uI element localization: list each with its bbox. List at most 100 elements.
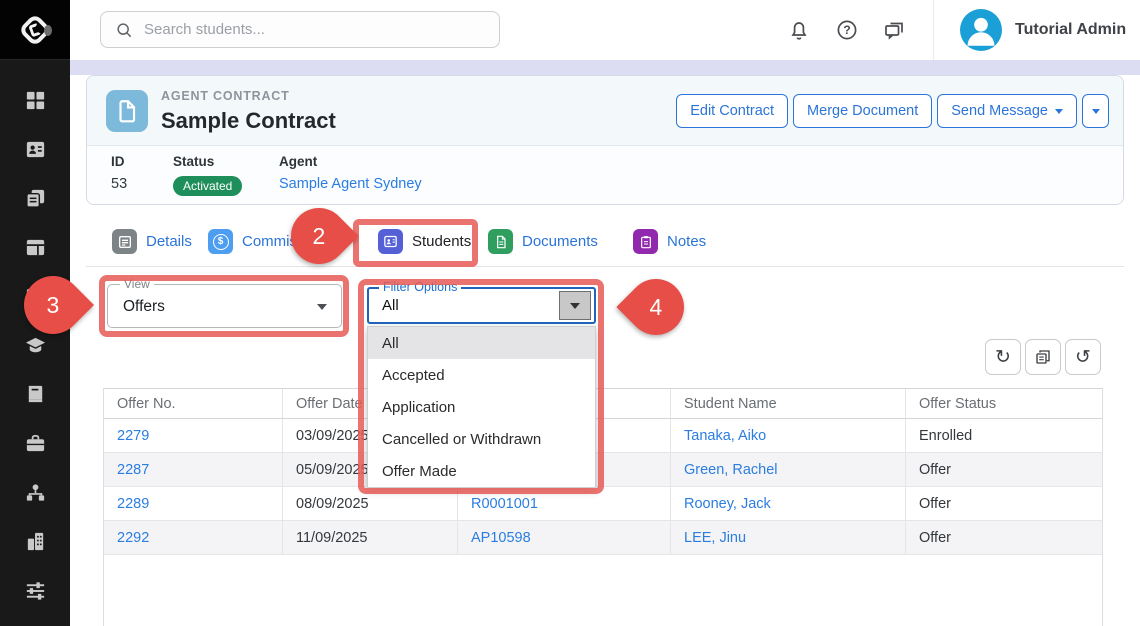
- sidebar-item-settings[interactable]: [0, 566, 70, 615]
- tab-students-label: Students: [412, 233, 471, 250]
- student-no-link[interactable]: AP10598: [471, 530, 531, 546]
- more-actions-button[interactable]: [1082, 94, 1109, 128]
- column-header-offer-status[interactable]: Offer Status: [906, 389, 1102, 418]
- help-glyph: ?: [835, 18, 859, 42]
- sidebar-item-students[interactable]: [0, 125, 70, 174]
- offer-date-cell: 08/09/2025: [283, 487, 458, 520]
- tabs-divider: [86, 266, 1124, 267]
- search-icon: [114, 20, 134, 40]
- annotation-pin-4: 4: [616, 267, 695, 346]
- sidebar-item-organisations[interactable]: [0, 517, 70, 566]
- sidebar-item-applications[interactable]: [0, 174, 70, 223]
- filter-dropdown-arrow-button[interactable]: [559, 291, 591, 320]
- offer-no-link[interactable]: 2287: [117, 462, 149, 478]
- copy-grid-button[interactable]: [1025, 339, 1061, 375]
- building-icon: [24, 530, 47, 553]
- tab-students[interactable]: Students: [378, 229, 471, 254]
- contract-status-field: Status Activated: [173, 154, 242, 196]
- contract-info-row: ID 53 Status Activated Agent Sample Agen…: [87, 146, 1123, 205]
- app-logo[interactable]: [0, 0, 70, 60]
- refresh-button[interactable]: ↻: [985, 339, 1021, 375]
- contract-id-field: ID 53: [111, 154, 127, 192]
- menu-item-application[interactable]: Application: [368, 391, 595, 423]
- caret-down-icon: [570, 303, 580, 309]
- contract-agent-field: Agent Sample Agent Sydney: [279, 154, 422, 192]
- layout-icon: [24, 236, 47, 259]
- sidebar-item-employers[interactable]: [0, 419, 70, 468]
- menu-item-accepted[interactable]: Accepted: [368, 359, 595, 391]
- offer-no-link[interactable]: 2292: [117, 530, 149, 546]
- app-logo-icon: [20, 15, 50, 45]
- view-select-value: Offers: [123, 298, 165, 316]
- dollar-glyph: $: [213, 234, 229, 250]
- offer-status-cell: Offer: [906, 487, 1102, 520]
- table-row: 2287 05/09/2025 Green, Rachel Offer: [104, 453, 1102, 487]
- annotation-pin-2-number: 2: [313, 222, 326, 249]
- sidebar-item-agents[interactable]: [0, 468, 70, 517]
- refresh-icon: ↻: [995, 346, 1011, 369]
- search-input[interactable]: [144, 21, 474, 38]
- student-name-link[interactable]: Tanaka, Aiko: [684, 428, 766, 444]
- column-header-offer-no[interactable]: Offer No.: [104, 389, 283, 418]
- send-message-button[interactable]: Send Message: [937, 94, 1077, 128]
- agent-label: Agent: [279, 154, 422, 169]
- annotation-pin-2: 2: [279, 196, 358, 275]
- topbar: ? Tutorial Admin: [70, 0, 1140, 60]
- messages-chat-icon[interactable]: [882, 18, 906, 42]
- filter-options-select[interactable]: Filter Options All: [367, 287, 596, 324]
- user-name[interactable]: Tutorial Admin: [1015, 21, 1126, 39]
- help-icon[interactable]: ?: [835, 18, 859, 42]
- notifications-bell-icon[interactable]: [787, 18, 811, 42]
- menu-item-offer-made[interactable]: Offer Made: [368, 455, 595, 487]
- sidebar-item-boards[interactable]: [0, 223, 70, 272]
- documents-tab-icon: [488, 229, 513, 254]
- menu-item-cancelled-or-withdrawn[interactable]: Cancelled or Withdrawn: [368, 423, 595, 455]
- dashboard-icon: [24, 89, 47, 112]
- topbar-divider: [933, 0, 934, 60]
- annotation-pin-4-number: 4: [650, 293, 663, 320]
- table-row: 2279 03/09/2025 Tanaka, Aiko Enrolled: [104, 419, 1102, 453]
- sliders-icon: [24, 579, 47, 602]
- history-icon: ↺: [1075, 346, 1091, 369]
- offer-status-cell: Enrolled: [906, 419, 1102, 452]
- user-avatar[interactable]: [960, 9, 1002, 51]
- tab-documents[interactable]: Documents: [488, 229, 598, 254]
- grid-toolbar: ↻ ↺: [985, 339, 1101, 375]
- offer-no-link[interactable]: 2289: [117, 496, 149, 512]
- agent-link[interactable]: Sample Agent Sydney: [279, 176, 422, 192]
- sidebar-item-subjects[interactable]: [0, 370, 70, 419]
- column-header-student-name[interactable]: Student Name: [671, 389, 906, 418]
- caret-down-icon: [317, 304, 327, 310]
- commissions-tab-icon: $: [208, 229, 233, 254]
- view-select-label: View: [120, 277, 154, 291]
- offer-date-cell: 11/09/2025: [283, 521, 458, 554]
- caret-down-icon: [1055, 109, 1063, 114]
- book-icon: [24, 383, 47, 406]
- audit-history-button[interactable]: ↺: [1065, 339, 1101, 375]
- sidebar-item-dashboard[interactable]: [0, 76, 70, 125]
- status-label: Status: [173, 154, 242, 169]
- student-name-link[interactable]: Green, Rachel: [684, 462, 778, 478]
- view-select[interactable]: View Offers: [107, 284, 342, 328]
- search-box[interactable]: [100, 11, 500, 48]
- student-no-link[interactable]: R0001001: [471, 496, 538, 512]
- student-name-link[interactable]: Rooney, Jack: [684, 496, 771, 512]
- tab-details[interactable]: Details: [112, 229, 192, 254]
- offer-no-link[interactable]: 2279: [117, 428, 149, 444]
- contract-title-section: AGENT CONTRACT Sample Contract Edit Cont…: [87, 76, 1123, 146]
- student-name-link[interactable]: LEE, Jinu: [684, 530, 746, 546]
- agents-network-icon: [24, 481, 47, 504]
- briefcase-icon: [24, 432, 47, 455]
- contract-type-label: AGENT CONTRACT: [161, 89, 290, 103]
- page-title: Sample Contract: [161, 108, 336, 134]
- filter-options-value: All: [382, 297, 399, 314]
- menu-item-all[interactable]: All: [368, 327, 595, 359]
- copy-icon: [1034, 348, 1052, 366]
- tab-notes[interactable]: Notes: [633, 229, 706, 254]
- edit-contract-button[interactable]: Edit Contract: [676, 94, 788, 128]
- offer-status-cell: Offer: [906, 453, 1102, 486]
- tab-details-label: Details: [146, 233, 192, 250]
- pages-icon: [24, 187, 47, 210]
- filter-options-label: Filter Options: [379, 280, 461, 294]
- merge-document-button[interactable]: Merge Document: [793, 94, 932, 128]
